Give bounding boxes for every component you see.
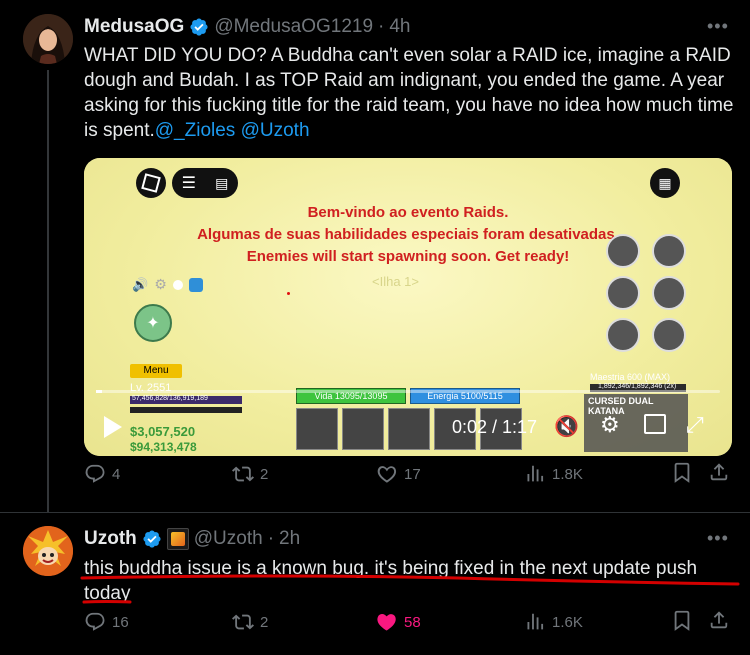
settings-gear-icon[interactable]: ⚙ — [154, 276, 167, 293]
progress-bar-track[interactable] — [96, 390, 720, 393]
author-handle[interactable]: @MedusaOG1219 — [214, 16, 373, 38]
tweet-time[interactable]: 4h — [389, 16, 410, 38]
xp-bar: 57,456,828/136,919,189 — [130, 395, 242, 404]
author-handle[interactable]: @Uzoth — [194, 528, 263, 550]
skill-arrow-icon[interactable] — [606, 318, 640, 352]
play-button[interactable] — [104, 416, 122, 438]
red-underline-annotation — [80, 574, 740, 604]
skill-boot-icon[interactable] — [652, 276, 686, 310]
mention-link[interactable]: @Uzoth — [241, 120, 310, 141]
mute-icon[interactable]: 🔇 — [554, 414, 579, 439]
tweet-divider — [0, 512, 750, 513]
game-menu-toggle[interactable]: ☰ ▤ — [172, 168, 238, 198]
popout-icon[interactable] — [644, 414, 666, 434]
bookmark-icon[interactable] — [671, 609, 693, 635]
views-button[interactable]: 1.8K — [524, 463, 583, 485]
more-options-icon[interactable]: ••• — [707, 16, 731, 36]
game-menu-button[interactable]: Menu — [130, 364, 182, 378]
views-chart-icon — [527, 613, 544, 630]
reply-icon — [85, 612, 105, 631]
hotbar-slot-2[interactable] — [342, 408, 384, 450]
backpack-button[interactable]: ▦ — [650, 168, 680, 198]
chat-icon: ▤ — [215, 174, 229, 191]
views-button[interactable]: 1.6K — [524, 611, 583, 633]
retweet-icon — [232, 614, 254, 630]
gift-icon[interactable] — [188, 277, 203, 292]
author-name[interactable]: MedusaOG — [84, 16, 184, 38]
mastery-label: Maestria 600 (MAX) — [590, 372, 671, 382]
heart-icon — [377, 466, 397, 483]
video-player[interactable]: ☰ ▤ ▦ Bem-vindo ao evento Raids. Algumas… — [84, 158, 732, 456]
retweet-button[interactable]: 2 — [232, 611, 268, 633]
share-icon[interactable] — [708, 609, 730, 635]
like-button[interactable]: 58 — [376, 611, 421, 633]
speaker-icon[interactable]: 🔊 — [132, 277, 148, 293]
hotbar-slot-3[interactable] — [388, 408, 430, 450]
progress-bar-fill — [96, 390, 103, 393]
raid-welcome-text: Bem-vindo ao evento Raids. — [307, 204, 509, 221]
reply-button[interactable]: 4 — [84, 463, 120, 485]
skill-fist-icon[interactable] — [652, 234, 686, 268]
views-chart-icon — [527, 465, 544, 482]
mention-link[interactable]: @_Zioles — [155, 120, 236, 141]
heart-filled-icon — [377, 614, 396, 631]
verified-badge-icon — [143, 530, 161, 548]
video-time: 0:02 / 1:17 — [452, 417, 538, 437]
hotbar-slot-1[interactable] — [296, 408, 338, 450]
verified-badge-icon — [190, 18, 208, 36]
fragments-label: $94,313,478 — [130, 440, 197, 454]
dot-icon — [172, 279, 183, 290]
more-options-icon[interactable]: ••• — [707, 528, 731, 548]
mouse-cursor-dot — [287, 292, 290, 295]
affiliate-badge-icon[interactable] — [166, 528, 189, 550]
skill-eye-icon[interactable] — [606, 234, 640, 268]
uzoth-avatar[interactable] — [23, 526, 73, 576]
roblox-logo-button[interactable] — [136, 168, 166, 198]
skill-burst-icon[interactable] — [652, 318, 686, 352]
settings-icon[interactable]: ⚙ — [600, 412, 620, 438]
retweet-button[interactable]: 2 — [232, 463, 268, 485]
money-label: $3,057,520 — [130, 424, 196, 439]
island-label: <Ilha 1> — [372, 274, 419, 289]
reply-icon — [85, 464, 105, 483]
reply-button[interactable]: 16 — [84, 611, 129, 633]
skill-cross-icon[interactable] — [606, 276, 640, 310]
tweet-time[interactable]: 2h — [279, 528, 300, 550]
like-button[interactable]: 17 — [376, 463, 421, 485]
thread-connector — [47, 70, 49, 512]
compass-icon[interactable]: ✦ — [134, 304, 172, 342]
bookmark-icon[interactable] — [671, 461, 693, 487]
medusa-avatar[interactable] — [23, 14, 73, 64]
hamburger-icon: ☰ — [181, 175, 196, 192]
fullscreen-icon[interactable]: ⤢ — [686, 412, 704, 438]
share-icon[interactable] — [708, 461, 730, 487]
retweet-icon — [232, 466, 254, 482]
tweet-text: WHAT DID YOU DO? A Buddha can't even sol… — [84, 45, 734, 141]
author-name[interactable]: Uzoth — [84, 528, 137, 550]
